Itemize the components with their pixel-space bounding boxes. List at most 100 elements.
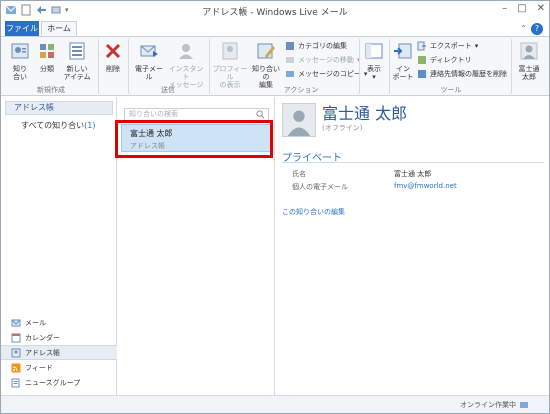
delete-history-label: 連絡先情報の履歴を削除	[430, 70, 507, 78]
new-item-button[interactable]: 新しい アイテム	[61, 41, 93, 81]
search-placeholder: 知り合いの検索	[129, 110, 178, 118]
instant-message-button[interactable]: インスタント メッセージ	[167, 41, 205, 89]
delete-history-button[interactable]: 連絡先情報の履歴を削除	[417, 69, 507, 79]
nav-item-label: アドレス帳	[25, 348, 60, 357]
online-status-icon	[520, 402, 528, 408]
ribbon-separator	[511, 39, 512, 94]
nav-module-list: メール カレンダー アドレス帳 フィード ニュースグループ	[1, 315, 117, 390]
group-label-new: 新規作成	[37, 86, 65, 94]
contact-card-icon	[11, 43, 29, 59]
view-icon	[365, 43, 383, 59]
category-button[interactable]: 分類	[34, 41, 60, 73]
window-title: アドレス帳 - Windows Live メール	[202, 8, 348, 18]
nav-item-newsgroups[interactable]: ニュースグループ	[1, 375, 117, 390]
history-icon	[418, 70, 426, 78]
category-label: 分類	[40, 65, 54, 73]
view-button[interactable]: 表示 ▾	[362, 41, 386, 81]
delete-label: 削除	[106, 65, 120, 73]
send-email-label: 電子メール	[135, 65, 163, 81]
nav-item-label: メール	[25, 318, 46, 327]
group-label-send: 送信	[161, 86, 175, 94]
edit-contact-link[interactable]: この知り合いの編集	[282, 207, 345, 217]
nav-all-contacts-label: すべての知り合い	[21, 121, 85, 130]
directory-button[interactable]: ディレクトリ	[417, 55, 472, 65]
edit-contact-button[interactable]: 知り合いの 編集	[249, 41, 283, 89]
highlight-box	[115, 120, 273, 158]
window-controls: – □ ✕	[502, 3, 545, 14]
move-message-button[interactable]: メッセージの移動 ▾	[285, 55, 360, 65]
export-button[interactable]: エクスポート ▾	[417, 41, 478, 51]
field-value-name: 富士通 太郎	[394, 170, 432, 178]
ribbon-separator	[389, 39, 390, 94]
tab-file[interactable]: ファイル	[5, 21, 39, 37]
nav-item-calendar[interactable]: カレンダー	[1, 330, 117, 345]
new-item-label: 新しい アイテム	[63, 65, 91, 81]
field-label-name: 氏名	[292, 170, 306, 178]
status-online: オンライン作業中	[460, 400, 529, 410]
new-contact-label: 知り 合い	[13, 65, 27, 81]
category-icon	[40, 44, 54, 58]
move-message-icon	[286, 57, 294, 63]
view-label: 表示	[367, 65, 381, 73]
nav-all-contacts[interactable]: すべての知り合い(1)	[21, 120, 95, 131]
newsgroup-icon	[11, 378, 20, 387]
category-edit-icon	[286, 42, 294, 50]
field-value-email[interactable]: fmv@fmworld.net	[394, 182, 457, 190]
send-email-button[interactable]: 電子メール	[132, 41, 166, 81]
nav-item-address-book[interactable]: アドレス帳	[1, 345, 117, 360]
search-icon[interactable]	[256, 110, 265, 119]
mail-icon	[11, 319, 21, 326]
nav-item-label: フィード	[25, 363, 53, 372]
close-icon[interactable]: ✕	[537, 3, 545, 14]
import-button[interactable]: イン ポート	[392, 41, 414, 81]
avatar	[282, 103, 316, 137]
calendar-icon	[11, 333, 21, 342]
copy-message-button[interactable]: メッセージのコピー ▾	[285, 69, 367, 79]
edit-category-button[interactable]: カテゴリの編集	[285, 41, 347, 51]
nav-item-mail[interactable]: メール	[1, 315, 117, 330]
nav-item-label: カレンダー	[25, 333, 60, 342]
contact-status: (オフライン)	[322, 124, 363, 132]
contact-name-heading: 富士通 太郎	[322, 104, 408, 123]
copy-message-label: メッセージのコピー	[298, 70, 361, 78]
directory-icon	[418, 56, 426, 64]
export-dropdown-icon: ▾	[474, 42, 479, 50]
import-label: イン ポート	[392, 65, 414, 81]
new-item-icon	[69, 42, 85, 60]
user-account-label: 富士通 太郎	[518, 65, 540, 81]
nav-all-contacts-count: (1)	[84, 121, 96, 130]
edit-category-label: カテゴリの編集	[298, 42, 347, 50]
section-divider	[282, 162, 544, 163]
navigation-pane: アドレス帳 すべての知り合い(1) メール カレンダー アドレス帳 フィード ニ…	[1, 97, 117, 395]
nav-item-feed[interactable]: フィード	[1, 360, 117, 375]
ribbon-separator	[359, 39, 360, 94]
field-label-email: 個人の電子メール	[292, 183, 348, 191]
move-message-label: メッセージの移動	[298, 56, 354, 64]
directory-label: ディレクトリ	[430, 56, 472, 64]
import-icon	[394, 43, 412, 59]
minimize-icon[interactable]: –	[502, 3, 507, 14]
user-account-button[interactable]: 富士通 太郎	[514, 41, 544, 81]
export-icon	[417, 41, 426, 51]
maximize-icon[interactable]: □	[517, 3, 526, 14]
contacts-icon	[11, 348, 21, 357]
delete-button[interactable]: 削除	[102, 41, 124, 73]
edit-contact-icon	[257, 43, 275, 59]
view-dropdown-icon: ▾	[372, 73, 376, 81]
ribbon-tabs: ファイル ホーム ⌃ ?	[1, 21, 549, 37]
ribbon: 知り 合い 分類 新しい アイテム 新規作成 削除 電子メール インスタント メ…	[1, 36, 549, 96]
ribbon-minimize-icon[interactable]: ⌃	[520, 24, 527, 33]
user-avatar-icon	[520, 42, 538, 60]
copy-message-icon	[286, 71, 294, 77]
new-contact-button[interactable]: 知り 合い	[7, 41, 33, 81]
show-profile-button[interactable]: プロフィール の表示	[212, 41, 248, 89]
ribbon-separator	[209, 39, 210, 94]
nav-header-address-book[interactable]: アドレス帳	[5, 101, 113, 115]
app-window: ▾ アドレス帳 - Windows Live メール – □ ✕ ファイル ホー…	[0, 0, 550, 414]
tab-home[interactable]: ホーム	[41, 21, 77, 37]
profile-icon	[222, 42, 238, 60]
delete-icon	[105, 43, 121, 59]
help-icon[interactable]: ?	[531, 23, 543, 35]
title-bar: ▾ アドレス帳 - Windows Live メール – □ ✕	[1, 1, 549, 21]
group-label-tools: ツール	[440, 86, 462, 94]
